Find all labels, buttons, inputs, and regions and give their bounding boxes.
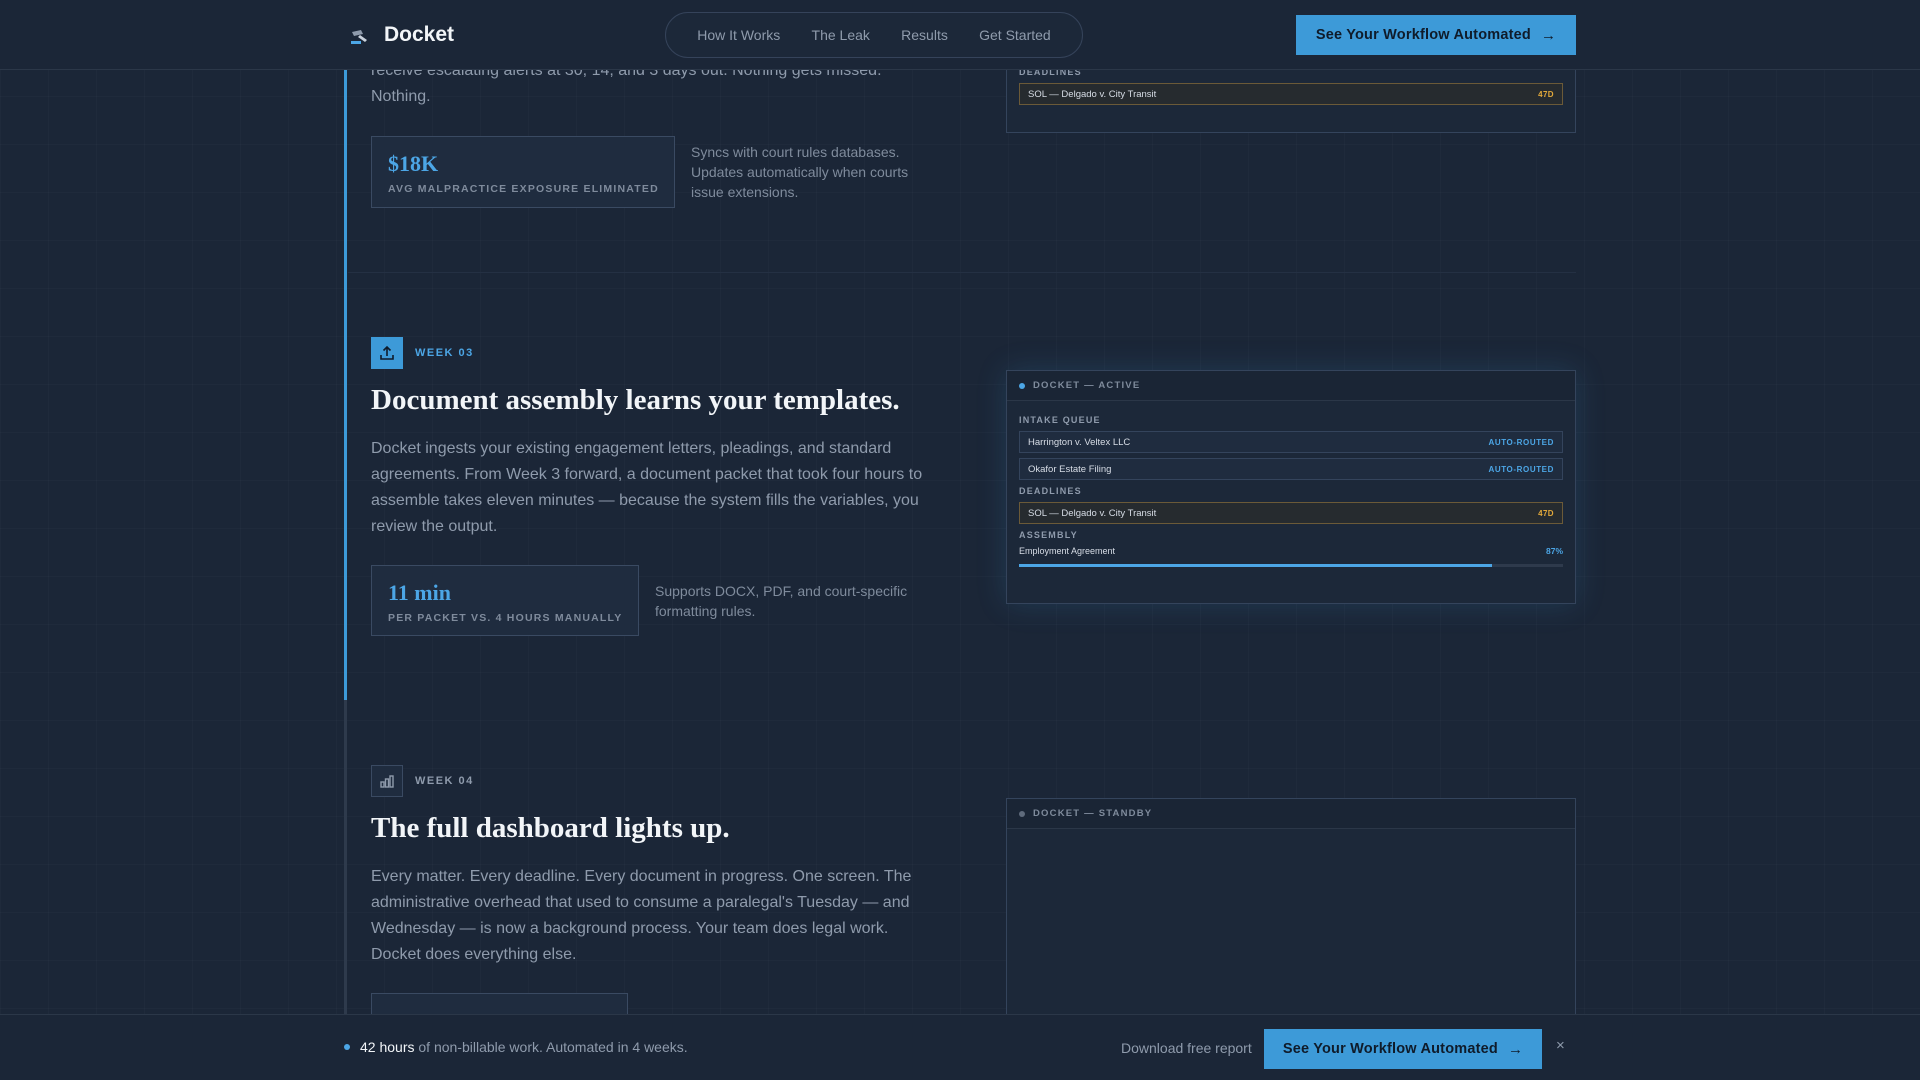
deadline-item[interactable]: SOL — Delgado v. City Transit 47D <box>1019 83 1563 105</box>
upload-icon <box>371 337 403 369</box>
stat-label: AVG MALPRACTICE EXPOSURE ELIMINATED <box>388 183 659 195</box>
deadlines-label: DEADLINES <box>1019 486 1082 496</box>
panel-title: DOCKET — ACTIVE <box>1033 380 1141 391</box>
bar-chart-icon <box>371 765 403 797</box>
deadline-name: SOL — Delgado v. City Transit <box>1028 88 1157 100</box>
assembly-progress-fill <box>1019 564 1493 567</box>
header-cta-button[interactable]: See Your Workflow Automated → <box>1296 15 1576 55</box>
panel-title: DOCKET — STANDBY <box>1033 808 1153 819</box>
stat-note: Supports DOCX, PDF, and court-specific f… <box>655 583 908 619</box>
sticky-bottom-bar: 42 hours of non-billable work. Automated… <box>0 1014 1920 1080</box>
bottom-bar-message: 42 hours of non-billable work. Automated… <box>344 1039 688 1055</box>
stat-box-packet-time: 11 min PER PACKET VS. 4 HOURS MANUALLY <box>371 565 639 636</box>
brand-logo-icon <box>351 30 367 44</box>
deadline-tag: 47D <box>1538 89 1554 99</box>
intake-item-tag: AUTO-ROUTED <box>1488 464 1554 474</box>
intake-item-name: Okafor Estate Filing <box>1028 463 1112 475</box>
week4-marker: WEEK 04 <box>371 765 474 797</box>
brand-name: Docket <box>384 23 455 46</box>
dashboard-panel-active: DOCKET — ACTIVE INTAKE QUEUE Harrington … <box>1006 370 1576 604</box>
assembly-percent: 87% <box>1545 546 1563 556</box>
week3-marker: WEEK 03 <box>371 337 474 369</box>
week3-label: WEEK 03 <box>415 347 474 359</box>
brand[interactable]: Docket <box>348 23 454 47</box>
week4-paragraph: Every matter. Every deadline. Every docu… <box>371 868 912 963</box>
nav-how-it-works[interactable]: How It Works <box>697 27 780 43</box>
deadline-tag: 47D <box>1538 508 1554 518</box>
week3-paragraph: Docket ingests your existing engagement … <box>371 440 923 535</box>
assembly-item-name: Employment Agreement <box>1019 546 1116 556</box>
stat-label: PER PACKET VS. 4 HOURS MANUALLY <box>388 612 623 624</box>
panel-header: DOCKET — STANDBY <box>1007 799 1575 829</box>
site-header: Docket How It Works The Leak Results Get… <box>0 0 1920 70</box>
intake-item-name: Harrington v. Veltex LLC <box>1028 436 1131 448</box>
deadline-item[interactable]: SOL — Delgado v. City Transit 47D <box>1019 502 1563 524</box>
stat-value: $18K <box>388 151 439 176</box>
hours-highlight: 42 hours <box>360 1039 415 1055</box>
assembly-label: ASSEMBLY <box>1019 530 1078 540</box>
stat-value: 11 min <box>388 580 451 605</box>
status-dot <box>1019 382 1025 389</box>
week4-heading: The full dashboard lights up. <box>371 812 730 844</box>
intake-item[interactable]: Harrington v. Veltex LLC AUTO-ROUTED <box>1019 431 1563 453</box>
close-icon[interactable]: × <box>1556 1037 1565 1054</box>
arrow-right-icon: → <box>1540 26 1557 44</box>
deadline-name: SOL — Delgado v. City Transit <box>1028 507 1157 519</box>
intake-item-tag: AUTO-ROUTED <box>1488 437 1554 447</box>
cta-label: See Your Workflow Automated <box>1282 1041 1498 1057</box>
week3-heading: Document assembly learns your templates. <box>371 384 900 416</box>
timeline-progress <box>344 70 347 700</box>
intake-queue-label: INTAKE QUEUE <box>1019 415 1101 425</box>
main-nav: How It Works The Leak Results Get Starte… <box>665 12 1083 58</box>
stat-note: Syncs with court rules databases. Update… <box>691 144 909 200</box>
panel-header: DOCKET — ACTIVE <box>1007 371 1575 401</box>
assembly-progress-track <box>1019 564 1563 567</box>
cta-label: See Your Workflow Automated <box>1315 27 1531 43</box>
assembly-row: Employment Agreement 87% <box>1019 546 1563 556</box>
bottom-cta-button[interactable]: See Your Workflow Automated → <box>1264 1029 1542 1069</box>
intake-item[interactable]: Okafor Estate Filing AUTO-ROUTED <box>1019 458 1563 480</box>
week4-label: WEEK 04 <box>415 775 474 787</box>
nav-results[interactable]: Results <box>901 27 948 43</box>
stat-box-malpractice: $18K AVG MALPRACTICE EXPOSURE ELIMINATED <box>371 136 675 208</box>
arrow-right-icon: → <box>1507 1040 1524 1058</box>
status-dot <box>1019 810 1025 817</box>
section-divider <box>348 272 1576 273</box>
dashboard-panel-standby: DOCKET — STANDBY <box>1006 798 1576 1028</box>
nav-the-leak[interactable]: The Leak <box>812 27 870 43</box>
nav-get-started[interactable]: Get Started <box>979 27 1051 43</box>
bottom-bar-text: of non-billable work. Automated in 4 wee… <box>418 1039 688 1055</box>
status-dot <box>344 1044 350 1050</box>
download-report-link[interactable]: Download free report <box>1121 1040 1252 1056</box>
